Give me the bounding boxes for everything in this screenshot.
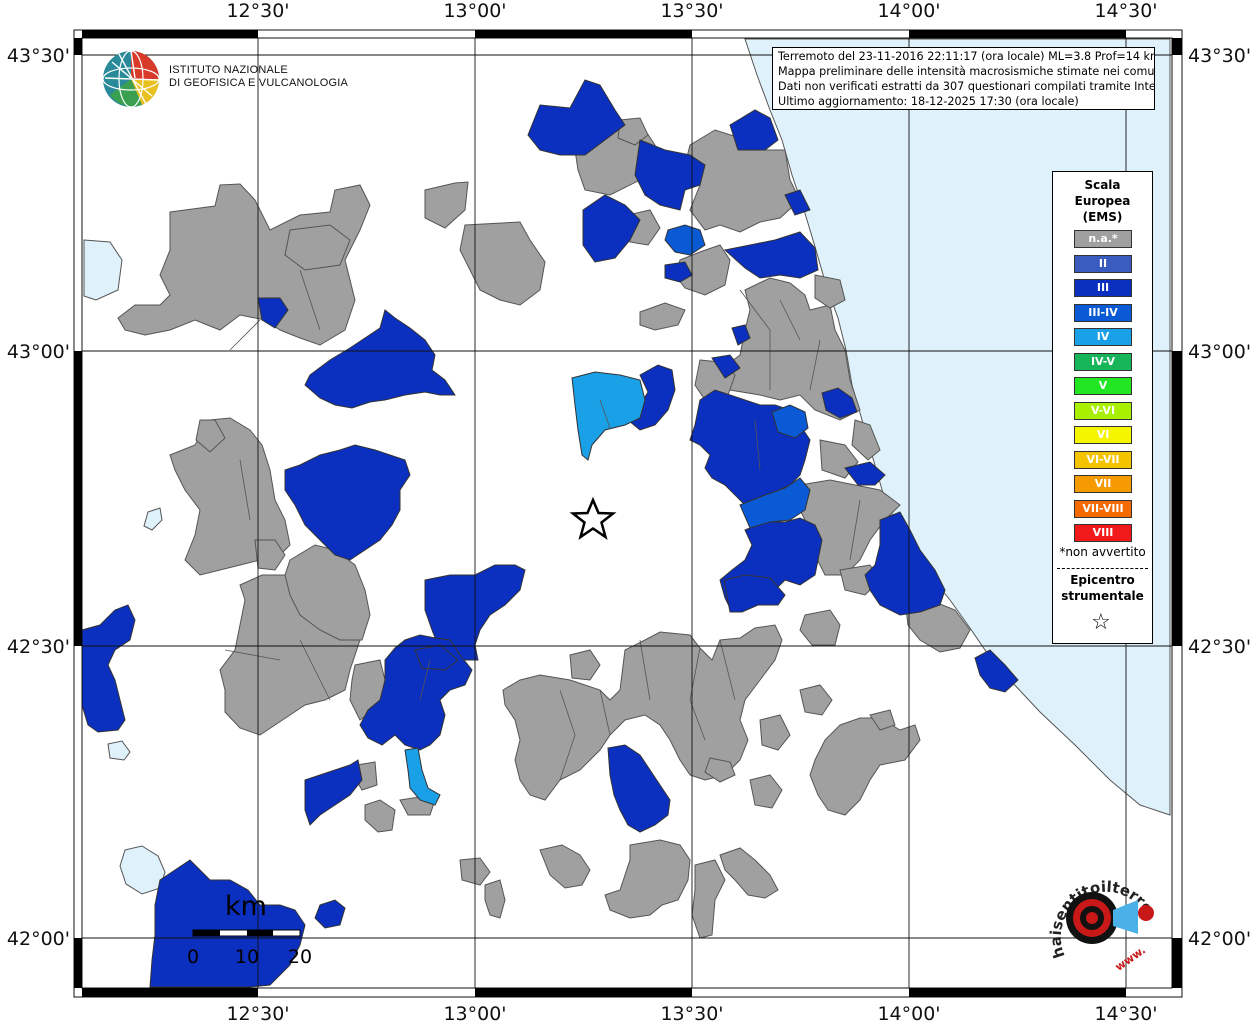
event-info-box: Terremoto del 23-11-2016 22:11:17 (ora l… <box>772 47 1155 110</box>
scale-label-0: 0 <box>187 946 199 968</box>
lon-label-top-3: 13°30' <box>660 0 723 22</box>
lon-label-bottom-3: 13°30' <box>660 1003 723 1024</box>
legend-item-n-a: n.a.* <box>1074 230 1132 248</box>
lon-label-top-1: 12°30' <box>226 0 289 22</box>
scale-label-20: 20 <box>288 946 312 968</box>
legend-epicenter-label: Epicentro strumentale <box>1053 572 1152 604</box>
scale-label-10: 10 <box>235 946 259 968</box>
lat-label-right-1: 43°30' <box>1188 45 1251 67</box>
lat-label-left-4: 42°00' <box>7 928 70 950</box>
legend-item-v: V <box>1074 377 1132 395</box>
legend-item-v-vi: V-VI <box>1074 401 1132 420</box>
info-line-3: Dati non verificati estratti da 307 ques… <box>778 80 1155 93</box>
ems-legend: Scala Europea (EMS) n.a.* II III III-IV IV IV… <box>1052 171 1153 644</box>
legend-title-line-2: Europea <box>1074 194 1131 208</box>
institute-name-line-2: DI GEOFISICA E VULCANOLOGIA <box>169 77 348 89</box>
lat-label-right-4: 42°00' <box>1188 928 1251 950</box>
lon-label-bottom-1: 12°30' <box>226 1003 289 1024</box>
lat-label-left-3: 42°30' <box>7 636 70 658</box>
legend-star-icon: ☆ <box>1091 610 1111 635</box>
legend-title: Scala Europea (EMS) <box>1053 177 1152 225</box>
lon-label-bottom-5: 14°30' <box>1094 1003 1157 1024</box>
legend-item-vii: VII <box>1074 475 1132 493</box>
scale-unit: km <box>225 891 267 922</box>
legend-epicenter-line-2: strumentale <box>1061 589 1144 603</box>
legend-item-vi: VI <box>1074 426 1132 444</box>
legend-item-vii-viii: VII-VIII <box>1074 499 1132 518</box>
info-line-4: Ultimo aggiornamento: 18-12-2025 17:30 (… <box>778 95 1079 108</box>
info-line-2: Mappa preliminare delle intensità macros… <box>778 65 1155 78</box>
lat-label-left-2: 43°00' <box>7 341 70 363</box>
legend-item-vi-vii: VI-VII <box>1074 450 1132 469</box>
ingv-logo: ISTITUTO NAZIONALE DI GEOFISICA E VULCAN… <box>102 50 348 108</box>
legend-items: n.a.* II III III-IV IV IV-V V V-VI VI VI-VII VII VI… <box>1074 230 1132 549</box>
lat-label-left-1: 43°30' <box>7 45 70 67</box>
lat-label-right-2: 43°00' <box>1188 341 1251 363</box>
institute-name-line-1: ISTITUTO NAZIONALE <box>169 64 288 76</box>
legend-epicenter-line-1: Epicentro <box>1070 573 1135 587</box>
legend-title-line-3: (EMS) <box>1082 210 1123 224</box>
legend-item-iv: IV <box>1074 328 1132 346</box>
institute-name: ISTITUTO NAZIONALE DI GEOFISICA E VULCAN… <box>169 64 348 90</box>
lon-label-top-5: 14°30' <box>1094 0 1157 22</box>
legend-separator <box>1057 568 1148 569</box>
legend-item-iii: III <box>1074 279 1132 297</box>
legend-na-note: *non avvertito <box>1059 545 1146 559</box>
ingv-globe-icon <box>102 50 160 108</box>
lon-label-bottom-2: 13°00' <box>443 1003 506 1024</box>
legend-item-ii: II <box>1074 254 1132 273</box>
haisentito-www: www. <box>1113 944 1148 974</box>
info-line-1: Terremoto del 23-11-2016 22:11:17 (ora l… <box>778 50 1155 63</box>
lon-label-top-4: 14°00' <box>877 0 940 22</box>
legend-title-line-1: Scala <box>1084 178 1121 192</box>
lat-label-right-3: 42°30' <box>1188 636 1251 658</box>
legend-item-viii: VIII <box>1074 524 1132 542</box>
legend-item-iii-iv: III-IV <box>1074 303 1132 322</box>
legend-item-iv-v: IV-V <box>1074 352 1132 371</box>
lon-label-top-2: 13°00' <box>443 0 506 22</box>
lon-label-bottom-4: 14°00' <box>877 1003 940 1024</box>
haisentito-logo: haisentitoilterremoto.it www. <box>1027 844 1167 978</box>
